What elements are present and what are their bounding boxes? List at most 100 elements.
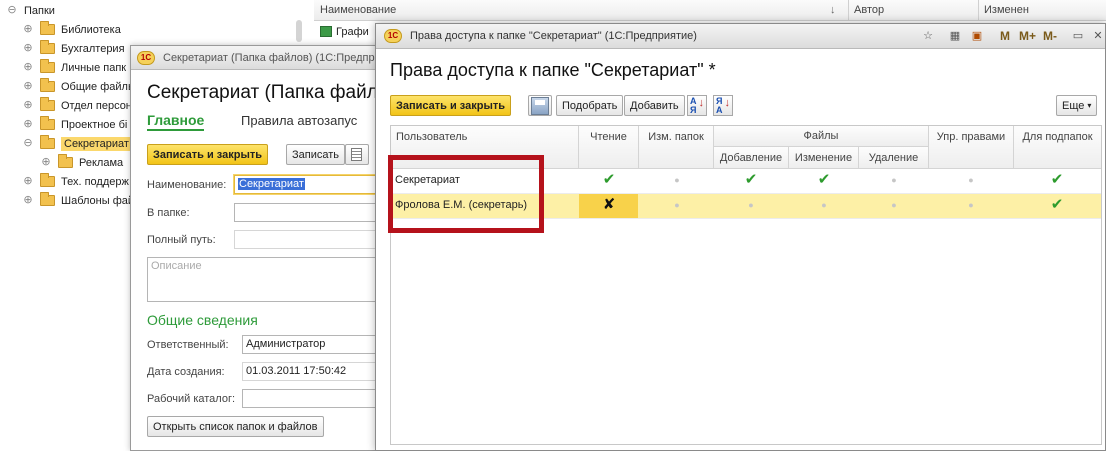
save-and-close-button[interactable]: Записать и закрыть	[390, 95, 512, 116]
expand-icon[interactable]: ⊕	[22, 61, 34, 74]
description-placeholder: Описание	[151, 260, 202, 272]
save-and-close-button[interactable]: Записать и закрыть	[147, 144, 269, 165]
tree-root[interactable]: ⊖ Папки	[6, 1, 55, 20]
tree-item-label: Тех. поддерж	[61, 175, 129, 188]
column-manage-rights[interactable]: Упр. правами	[929, 126, 1014, 169]
subfolders-mark-icon[interactable]: ✔	[1049, 197, 1065, 213]
column-files-change[interactable]: Изменение	[789, 147, 859, 169]
files-add-mark-icon[interactable]: ●	[743, 197, 759, 213]
tree-item-project[interactable]: ⊕ Проектное бі	[22, 115, 127, 134]
more-menu-button[interactable]: Еще ▾	[1056, 95, 1098, 116]
open-folder-list-button[interactable]: Открыть список папок и файлов	[147, 416, 324, 437]
column-read[interactable]: Чтение	[579, 126, 639, 169]
manage-rights-mark-icon[interactable]: ●	[963, 197, 979, 213]
access-rights-window: 1C Права доступа к папке "Секретариат" (…	[375, 23, 1106, 451]
tree-item-shared[interactable]: ⊕ Общие файль	[22, 77, 134, 96]
expand-icon[interactable]: ⊕	[40, 156, 52, 169]
files-change-mark-icon[interactable]: ●	[816, 197, 832, 213]
subfolders-mark-icon[interactable]: ✔	[1049, 172, 1065, 188]
memory-m-button[interactable]: M	[1000, 29, 1010, 43]
card-window-title: Секретариат (Папка файлов) (1С:Предпр	[163, 52, 375, 64]
minimize-icon[interactable]: ▭	[1071, 29, 1085, 43]
responsible-field[interactable]: Администратор	[242, 335, 382, 354]
tree-item-library[interactable]: ⊕ Библиотека	[22, 20, 121, 39]
expand-icon[interactable]: ⊕	[22, 175, 34, 188]
name-label: Наименование:	[147, 179, 227, 191]
column-author[interactable]: Автор	[854, 4, 884, 16]
add-button[interactable]: Добавить	[624, 95, 685, 116]
pick-button[interactable]: Подобрать	[556, 95, 624, 116]
files-delete-mark-icon[interactable]: ●	[886, 197, 902, 213]
more-label: Еще	[1062, 99, 1085, 112]
folder-icon	[40, 59, 55, 73]
edit-folders-mark-icon[interactable]: ●	[669, 172, 685, 188]
save-button[interactable]: Записать	[286, 144, 346, 165]
tree-item-hr[interactable]: ⊕ Отдел персон	[22, 96, 132, 115]
sort-arrow-icon: ↓	[830, 4, 836, 16]
annotation-highlight-frame	[388, 155, 544, 233]
tree-item-label: Секретариат	[61, 136, 132, 151]
read-mark-icon[interactable]: ✘	[601, 197, 617, 213]
tree-scrollbar[interactable]	[296, 20, 302, 42]
path-label: Полный путь:	[147, 234, 216, 246]
expand-icon[interactable]: ⊕	[22, 80, 34, 93]
description-field[interactable]: Описание	[147, 257, 387, 302]
manage-rights-mark-icon[interactable]: ●	[963, 172, 979, 188]
created-field: 01.03.2011 17:50:42	[242, 362, 382, 381]
files-change-mark-icon[interactable]: ✔	[816, 172, 832, 188]
list-item[interactable]: Графи	[314, 21, 374, 41]
section-general-info: Общие сведения	[147, 312, 258, 328]
tree-item-advertising[interactable]: ⊕ Реклама	[40, 153, 123, 172]
sort-descending-icon[interactable]: Я А ↓	[713, 95, 733, 116]
tree-item-support[interactable]: ⊕ Тех. поддерж	[22, 172, 129, 191]
tree-item-secretariat[interactable]: ⊖ Секретариат	[22, 134, 132, 153]
column-files-delete[interactable]: Удаление	[859, 147, 929, 169]
rights-titlebar[interactable]: 1C Права доступа к папке "Секретариат" (…	[376, 24, 1105, 49]
favorite-icon[interactable]: ☆	[921, 29, 935, 43]
chevron-down-icon: ▾	[1087, 101, 1092, 110]
column-subfolders[interactable]: Для подпапок	[1014, 126, 1101, 169]
expand-icon[interactable]: ⊕	[22, 118, 34, 131]
tab-main[interactable]: Главное	[147, 112, 205, 131]
collapse-icon[interactable]: ⊖	[6, 4, 18, 17]
column-modified[interactable]: Изменен	[984, 4, 1029, 16]
save-icon	[531, 97, 549, 115]
expand-icon[interactable]: ⊕	[22, 42, 34, 55]
close-icon[interactable]: ✕	[1091, 29, 1105, 43]
files-add-mark-icon[interactable]: ✔	[743, 172, 759, 188]
tab-autorules[interactable]: Правила автозапус	[241, 113, 357, 128]
document-button[interactable]	[345, 144, 369, 165]
column-divider	[848, 0, 849, 21]
tree-item-label: Бухгалтерия	[61, 42, 125, 55]
name-field[interactable]: Секретариат	[234, 175, 384, 194]
edit-folders-mark-icon[interactable]: ●	[669, 197, 685, 213]
expand-icon[interactable]: ⊕	[22, 194, 34, 207]
collapse-icon[interactable]: ⊖	[22, 137, 34, 150]
read-mark-icon[interactable]: ✔	[601, 172, 617, 188]
expand-icon[interactable]: ⊕	[22, 23, 34, 36]
files-delete-mark-icon[interactable]: ●	[886, 172, 902, 188]
memory-plus-button[interactable]: M+	[1019, 29, 1036, 43]
created-value: 01.03.2011 17:50:42	[246, 365, 347, 377]
memory-minus-button[interactable]: M-	[1043, 29, 1057, 43]
card-heading: Секретариат (Папка файло	[147, 82, 389, 103]
column-files-add[interactable]: Добавление	[714, 147, 789, 169]
tree-item-templates[interactable]: ⊕ Шаблоны фай	[22, 191, 134, 210]
save-button[interactable]	[528, 95, 552, 116]
tree-item-label: Отдел персон	[61, 99, 132, 112]
tree-item-label: Шаблоны фай	[61, 194, 135, 207]
tree-item-label: Личные папк	[61, 61, 127, 74]
expand-icon[interactable]: ⊕	[22, 99, 34, 112]
tree-item-personal[interactable]: ⊕ Личные папк	[22, 58, 126, 77]
tree-item-accounting[interactable]: ⊕ Бухгалтерия	[22, 39, 125, 58]
calculator-icon[interactable]: ▦	[948, 29, 962, 43]
calendar-icon[interactable]: ▣	[970, 29, 984, 43]
column-name[interactable]: Наименование	[320, 4, 396, 16]
created-label: Дата создания:	[147, 366, 225, 378]
sort-ascending-icon[interactable]: А Я ↓	[687, 95, 707, 116]
parent-folder-field[interactable]	[234, 203, 384, 222]
column-edit-folders[interactable]: Изм. папок	[639, 126, 714, 169]
card-titlebar[interactable]: 1C Секретариат (Папка файлов) (1С:Предпр	[131, 46, 379, 70]
workdir-field[interactable]	[242, 389, 382, 408]
responsible-label: Ответственный:	[147, 339, 229, 351]
